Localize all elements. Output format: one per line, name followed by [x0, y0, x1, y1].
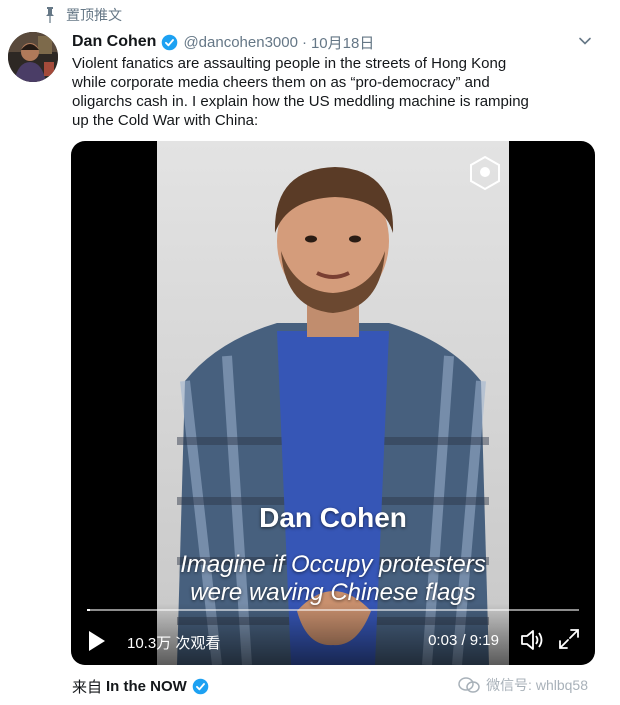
source-app-link[interactable]: In the NOW: [106, 678, 187, 695]
verified-badge-icon: [192, 678, 209, 694]
avatar-image: [8, 32, 58, 82]
tweet-text-line: while corporate media cheers them on as …: [72, 74, 490, 91]
tweet-source: 来自 In the NOW: [72, 676, 214, 696]
wechat-watermark: 微信号: whlbq58: [458, 675, 588, 695]
avatar[interactable]: [8, 32, 58, 82]
video-caption-name: Dan Cohen: [259, 502, 407, 533]
tweet-text: Violent fanatics are assaulting people i…: [72, 54, 592, 130]
video-player[interactable]: Dan Cohen Imagine if Occupy protesters w…: [71, 141, 595, 665]
author-handle[interactable]: @dancohen3000: [183, 34, 298, 51]
source-prefix: 来自: [72, 678, 103, 696]
fullscreen-icon[interactable]: [557, 627, 581, 651]
subtitle-line-1: Imagine if Occupy protesters: [180, 551, 486, 578]
progress-fill: [87, 609, 90, 611]
progress-bar[interactable]: [87, 609, 579, 611]
channel-logo-icon: [470, 155, 500, 191]
pin-icon: [46, 7, 54, 23]
tweet-text-line: oligarchs cash in. I explain how the US …: [72, 93, 529, 110]
video-time: 0:03 / 9:19: [428, 632, 499, 649]
pinned-tweet-label: 置顶推文: [44, 6, 122, 24]
tweet-header: Dan Cohen @dancohen3000 · 10月18日: [72, 32, 592, 52]
video-controls: 10.3万 次观看 0:03 / 9:19: [71, 603, 595, 665]
volume-icon[interactable]: [519, 627, 545, 653]
wechat-icon: [458, 677, 480, 693]
header-separator: ·: [301, 33, 307, 51]
verified-badge-icon: [162, 34, 178, 50]
pinned-text: 置顶推文: [66, 7, 122, 23]
tweet-text-line: Violent fanatics are assaulting people i…: [72, 55, 507, 72]
watermark-text: 微信号: whlbq58: [486, 677, 588, 693]
play-button-icon[interactable]: [87, 629, 107, 653]
video-caption-subtitle: Imagine if Occupy protesters were waving…: [71, 551, 595, 607]
tweet-text-line: up the Cold War with China:: [72, 112, 259, 129]
chevron-down-icon[interactable]: [578, 34, 592, 48]
author-name[interactable]: Dan Cohen: [72, 33, 156, 51]
tweet-date[interactable]: 10月18日: [311, 32, 374, 53]
view-count: 10.3万 次观看: [127, 635, 221, 652]
